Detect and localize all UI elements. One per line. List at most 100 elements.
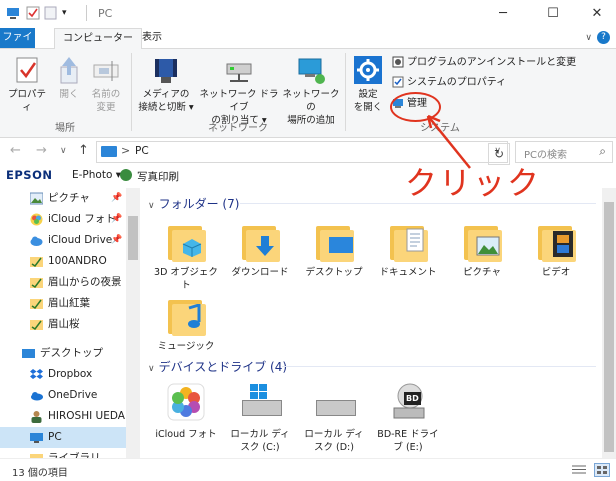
map-drive-label-line1: ネットワーク ドライブ — [199, 89, 279, 113]
tile-label-line2: スク (D:) — [314, 442, 354, 453]
nav-item-dropbox[interactable]: Dropbox — [0, 364, 126, 385]
nav-item-folder[interactable]: 眉山紅葉 — [0, 293, 126, 314]
tile-label-line2: スク (C:) — [240, 442, 280, 453]
folder-tile-documents[interactable]: ドキュメント — [376, 220, 440, 279]
system-properties-label: システムのプロパティ — [407, 77, 507, 88]
new-folder-quick-icon[interactable] — [44, 6, 58, 20]
status-bar: 13 個の項目 — [0, 458, 616, 481]
group-divider — [282, 366, 596, 367]
settings-label-line1: 設定 — [358, 89, 378, 100]
nav-item-label: iCloud Drive — [48, 234, 113, 246]
media-label-line1: メディアの — [142, 89, 190, 100]
device-tile-bd-re-drive[interactable]: BD BD-RE ドライ ブ (E:) — [376, 382, 440, 454]
nav-item-pc[interactable]: PC — [0, 427, 126, 448]
uninstall-icon — [392, 56, 404, 68]
folder-icon — [30, 276, 43, 289]
photo-print-icon[interactable] — [120, 169, 132, 181]
nav-item-onedrive[interactable]: OneDrive — [0, 385, 126, 406]
properties-button[interactable]: プロパティ — [4, 55, 50, 114]
tile-label: 3D オブジェク — [154, 267, 218, 278]
devices-group-header[interactable]: ∨ デバイスとドライブ (4) — [148, 358, 287, 375]
nav-item-label: 眉山からの夜景 — [48, 276, 122, 288]
folder-icon — [30, 318, 43, 331]
open-button[interactable]: 開く — [54, 55, 84, 101]
rename-label-line2: 変更 — [96, 102, 116, 113]
settings-label-line2: を開く — [353, 102, 383, 113]
photo-print-button[interactable]: 写真印刷 — [137, 169, 179, 184]
folder-tile-downloads[interactable]: ダウンロード — [228, 220, 292, 279]
ephoto-menu-button[interactable]: E-Photo ▾ — [72, 169, 121, 181]
item-count: 13 個の項目 — [12, 468, 68, 479]
nav-item-folder[interactable]: 100ANDRO — [0, 251, 126, 272]
maximize-button[interactable]: ☐ — [530, 0, 576, 28]
tile-label: デスクトップ — [305, 267, 363, 278]
device-tile-icloud-photos[interactable]: iCloud フォト — [154, 382, 218, 441]
nav-item-desktop[interactable]: デスクトップ — [0, 343, 126, 364]
nav-item-label: PC — [48, 431, 62, 443]
folder-tile-music[interactable]: ミュージック — [154, 294, 218, 353]
up-button[interactable]: ↑ — [78, 143, 89, 158]
folders-header-label: フォルダー (7) — [158, 197, 240, 211]
back-button[interactable]: ← — [10, 143, 21, 158]
nav-item-library[interactable]: ライブラリ — [0, 448, 126, 458]
tab-computer[interactable]: コンピューター — [54, 28, 142, 49]
media-connect-button[interactable]: メディアの 接続と切断 ▾ — [134, 55, 198, 114]
nav-item-icloud-drive[interactable]: iCloud Drive 📌 — [0, 230, 126, 251]
epson-logo: EPSON — [6, 168, 53, 182]
folders-group-header[interactable]: ∨ フォルダー (7) — [148, 195, 239, 212]
map-network-drive-button[interactable]: ネットワーク ドライブ の割り当て ▾ — [198, 55, 280, 127]
content-scrollbar[interactable] — [602, 188, 616, 458]
device-tile-local-disk-d[interactable]: ローカル ディ スク (D:) — [302, 382, 366, 454]
bd-drive-icon: BD — [388, 382, 428, 424]
media-label-line2: 接続と切断 ▾ — [138, 102, 194, 113]
nav-item-folder[interactable]: 眉山からの夜景 — [0, 272, 126, 293]
ribbon-collapse-icon[interactable]: ∨ — [585, 33, 592, 43]
folder-tile-3d-objects[interactable]: 3D オブジェク ト — [154, 220, 218, 292]
pin-icon[interactable]: 📌 — [111, 230, 122, 251]
open-settings-button[interactable]: 設定 を開く — [350, 55, 386, 114]
help-button[interactable]: ? — [597, 31, 610, 44]
nav-item-user[interactable]: HIROSHI UEDA — [0, 406, 126, 427]
videos-folder-icon — [536, 220, 576, 262]
large-icons-view-icon[interactable] — [594, 463, 610, 477]
quick-access-dropdown-icon[interactable]: ▾ — [62, 8, 76, 22]
nav-item-icloud-photos[interactable]: iCloud フォト 📌 — [0, 209, 126, 230]
icloud-drive-icon — [30, 234, 43, 247]
rename-button[interactable]: 名前の 変更 — [86, 55, 126, 114]
tab-file[interactable]: ファイル — [0, 28, 35, 63]
recent-locations-button[interactable]: ∨ — [60, 146, 67, 156]
content-scrollbar-thumb[interactable] — [604, 202, 614, 452]
close-button[interactable]: ✕ — [574, 0, 616, 28]
user-icon — [30, 410, 43, 423]
breadcrumb-pc[interactable]: PC — [135, 145, 149, 157]
tab-view[interactable]: 表示 — [134, 28, 170, 48]
title-separator — [86, 5, 87, 21]
nav-item-label: ライブラリ — [48, 452, 101, 458]
location-group-label: 場所 — [55, 123, 75, 134]
open-icon — [54, 55, 84, 85]
pictures-icon — [29, 192, 44, 205]
nav-item-label: ピクチャ — [48, 192, 90, 204]
network-drive-icon — [224, 55, 254, 85]
properties-icon — [12, 55, 42, 85]
open-label: 開く — [59, 89, 79, 100]
tile-label: ミュージック — [157, 341, 215, 352]
forward-button[interactable]: → — [36, 143, 47, 158]
folder-tile-videos[interactable]: ビデオ — [524, 220, 588, 279]
nav-item-pictures[interactable]: ピクチャ 📌 — [0, 188, 126, 209]
device-tile-local-disk-c[interactable]: ローカル ディ スク (C:) — [228, 382, 292, 454]
nav-scrollbar-thumb[interactable] — [128, 216, 138, 260]
folder-tile-desktop[interactable]: デスクトップ — [302, 220, 366, 279]
nav-item-folder[interactable]: 眉山桜 — [0, 314, 126, 335]
tile-label: ドキュメント — [379, 267, 437, 278]
uninstall-programs-button[interactable]: プログラムのアンインストールと変更 — [392, 54, 576, 72]
system-properties-button[interactable]: システムのプロパティ — [392, 74, 506, 92]
properties-quick-icon[interactable] — [26, 6, 40, 20]
pin-icon[interactable]: 📌 — [111, 209, 122, 230]
pin-icon[interactable]: 📌 — [111, 188, 122, 209]
add-network-location-button[interactable]: ネットワークの 場所の追加 — [280, 55, 342, 127]
details-view-icon[interactable] — [572, 464, 586, 475]
minimize-button[interactable]: ─ — [480, 0, 526, 28]
nav-scrollbar[interactable] — [126, 188, 140, 458]
folder-tile-pictures[interactable]: ピクチャ — [450, 220, 514, 279]
